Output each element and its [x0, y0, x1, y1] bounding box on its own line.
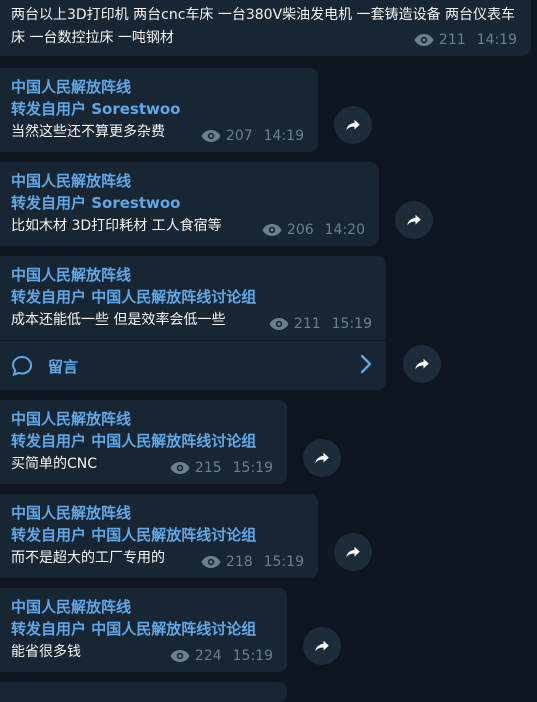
message-bubble: 中国人民解放阵线 转发自用户 Sorestwoo 当然这些还不算更多杂费 207…: [0, 68, 318, 152]
view-count: 211: [293, 316, 321, 332]
message-meta: 211 14:19: [414, 30, 517, 50]
forwarded-from[interactable]: 转发自用户 中国人民解放阵线讨论组: [11, 431, 256, 451]
forward-button[interactable]: [403, 345, 441, 383]
channel-name[interactable]: 中国人民解放阵线: [11, 503, 131, 523]
forward-button[interactable]: [395, 201, 433, 239]
share-arrow-icon: [346, 546, 360, 558]
view-count: 218: [225, 554, 253, 570]
message-bubble: 中国人民解放阵线 转发自用户 中国人民解放阵线讨论组 成本还能低一些 但是效率会…: [0, 256, 386, 390]
view-count: 206: [286, 222, 314, 238]
eye-icon: [269, 317, 289, 331]
channel-name[interactable]: 中国人民解放阵线: [11, 409, 131, 429]
message-meta: 224 15:19: [170, 646, 273, 666]
message-text: 当然这些还不算更多杂费: [11, 124, 165, 140]
channel-name[interactable]: 中国人民解放阵线: [11, 171, 131, 191]
view-count: 224: [194, 648, 222, 664]
message-meta: 215 15:19: [170, 458, 273, 478]
share-arrow-icon: [415, 358, 429, 370]
message-time: 15:19: [232, 648, 273, 664]
view-count: 211: [438, 32, 466, 48]
comments-button[interactable]: 留言: [0, 340, 386, 391]
message-meta: 207 14:19: [201, 126, 304, 146]
forwarded-from[interactable]: 转发自用户 Sorestwoo: [11, 99, 180, 119]
channel-name[interactable]: 中国人民解放阵线: [11, 597, 131, 617]
channel-name[interactable]: 中国人民解放阵线: [11, 265, 131, 285]
share-arrow-icon: [315, 640, 329, 652]
eye-icon: [170, 461, 190, 475]
message-bubble: 中国人民解放阵线 转发自用户 中国人民解放阵线讨论组 买简单的CNC 215 1…: [0, 400, 287, 484]
message-bubble: 中国人民解放阵线 转发自用户 中国人民解放阵线讨论组 而不是超大的工厂专用的 2…: [0, 494, 318, 578]
chevron-right-icon: [360, 354, 372, 378]
comments-label: 留言: [48, 357, 79, 376]
forward-button[interactable]: [303, 439, 341, 477]
message-time: 14:20: [324, 222, 365, 238]
eye-icon: [201, 129, 221, 143]
message-text: 而不是超大的工厂专用的: [11, 550, 165, 566]
message-bubble: 中国人民解放阵线 转发自用户 Sorestwoo 比如木材 3D打印耗材 工人食…: [0, 162, 379, 246]
forwarded-from[interactable]: 转发自用户 Sorestwoo: [11, 193, 180, 213]
forward-button[interactable]: [303, 627, 341, 665]
view-count: 215: [194, 460, 222, 476]
message-text: 成本还能低一些 但是效率会低一些: [11, 312, 226, 328]
message-time: 15:19: [331, 316, 372, 332]
eye-icon: [414, 33, 434, 47]
message-bubble-partial: [0, 682, 287, 702]
channel-name[interactable]: 中国人民解放阵线: [11, 77, 131, 97]
forward-button[interactable]: [334, 106, 372, 144]
message-bubble: 两台以上3D打印机 两台cnc车床 一台380V柴油发电机 一套铸造设备 两台仪…: [0, 0, 531, 56]
share-arrow-icon: [315, 452, 329, 464]
forwarded-from[interactable]: 转发自用户 中国人民解放阵线讨论组: [11, 525, 256, 545]
message-meta: 211 15:19: [269, 314, 372, 334]
message-text: 买简单的CNC: [11, 456, 98, 472]
message-meta: 206 14:20: [262, 220, 365, 240]
share-arrow-icon: [346, 119, 360, 131]
eye-icon: [170, 649, 190, 663]
view-count: 207: [225, 128, 253, 144]
message-time: 14:19: [263, 128, 304, 144]
message-bubble: 中国人民解放阵线 转发自用户 中国人民解放阵线讨论组 能省很多钱 224 15:…: [0, 588, 287, 672]
speech-bubble-icon: [10, 354, 34, 378]
message-time: 15:19: [232, 460, 273, 476]
forward-button[interactable]: [334, 533, 372, 571]
message-feed: 两台以上3D打印机 两台cnc车床 一台380V柴油发电机 一套铸造设备 两台仪…: [0, 0, 537, 702]
message-text: 能省很多钱: [11, 644, 81, 660]
message-time: 14:19: [476, 32, 517, 48]
eye-icon: [201, 555, 221, 569]
message-meta: 218 15:19: [201, 552, 304, 572]
forwarded-from[interactable]: 转发自用户 中国人民解放阵线讨论组: [11, 287, 256, 307]
forwarded-from[interactable]: 转发自用户 中国人民解放阵线讨论组: [11, 619, 256, 639]
message-time: 15:19: [263, 554, 304, 570]
share-arrow-icon: [407, 214, 421, 226]
eye-icon: [262, 223, 282, 237]
message-text: 比如木材 3D打印耗材 工人食宿等: [11, 218, 222, 234]
